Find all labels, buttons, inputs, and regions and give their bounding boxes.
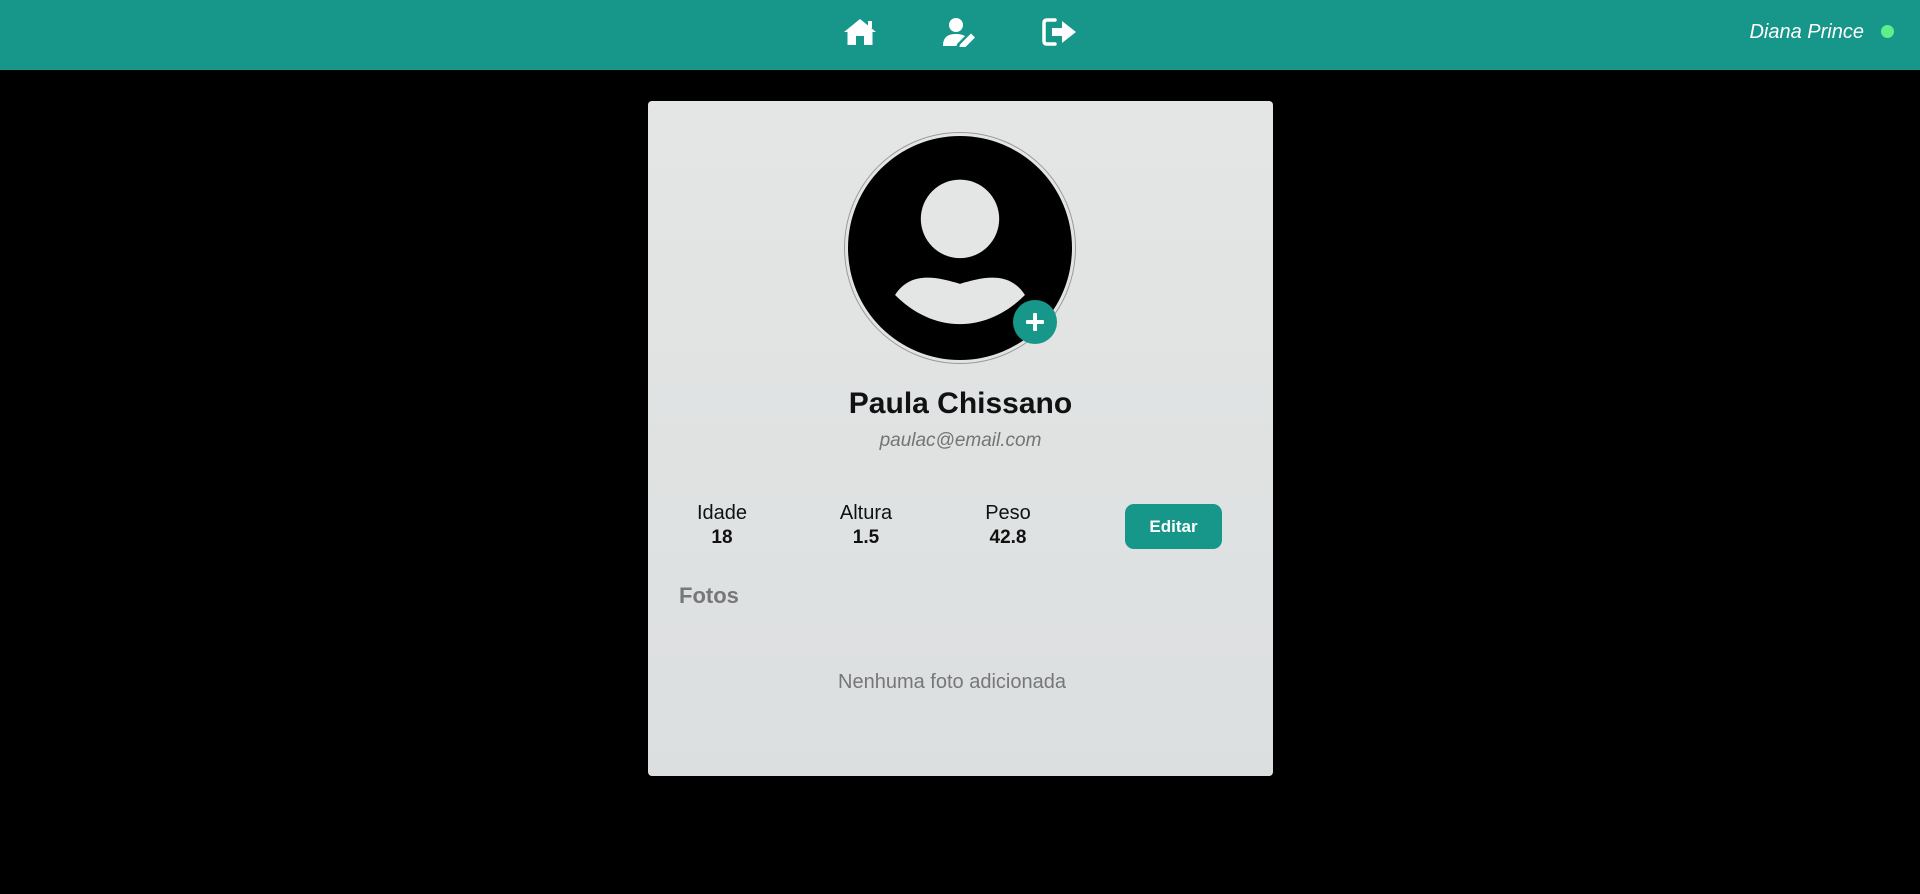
current-user-name: Diana Prince [1749, 21, 1864, 43]
plus-icon [1026, 313, 1044, 331]
stat-weight: Peso 42.8 [953, 500, 1063, 550]
photos-empty-message: Nenhuma foto adicionada [838, 671, 1066, 693]
avatar-container [844, 132, 1076, 364]
profile-card: Paula Chissano paulac@email.com Idade 18… [648, 101, 1273, 776]
home-icon[interactable] [842, 17, 878, 47]
stat-value: 1.5 [852, 527, 880, 548]
logout-icon[interactable] [1042, 17, 1078, 47]
stat-value: 18 [711, 527, 733, 548]
profile-name: Paula Chissano [848, 387, 1073, 420]
profile-email: paulac@email.com [879, 430, 1042, 451]
top-navbar: Diana Prince [0, 0, 1920, 70]
online-status-indicator [1881, 25, 1894, 38]
stat-value: 42.8 [989, 527, 1027, 548]
stat-label: Altura [839, 502, 893, 524]
photos-section-title: Fotos [679, 583, 739, 608]
user-edit-icon[interactable] [942, 17, 978, 47]
add-photo-button[interactable] [1013, 300, 1057, 344]
stat-age: Idade 18 [667, 500, 777, 550]
edit-profile-button[interactable]: Editar [1125, 504, 1222, 549]
stat-label: Idade [696, 502, 748, 524]
stat-label: Peso [985, 502, 1031, 524]
stat-height: Altura 1.5 [811, 500, 921, 550]
